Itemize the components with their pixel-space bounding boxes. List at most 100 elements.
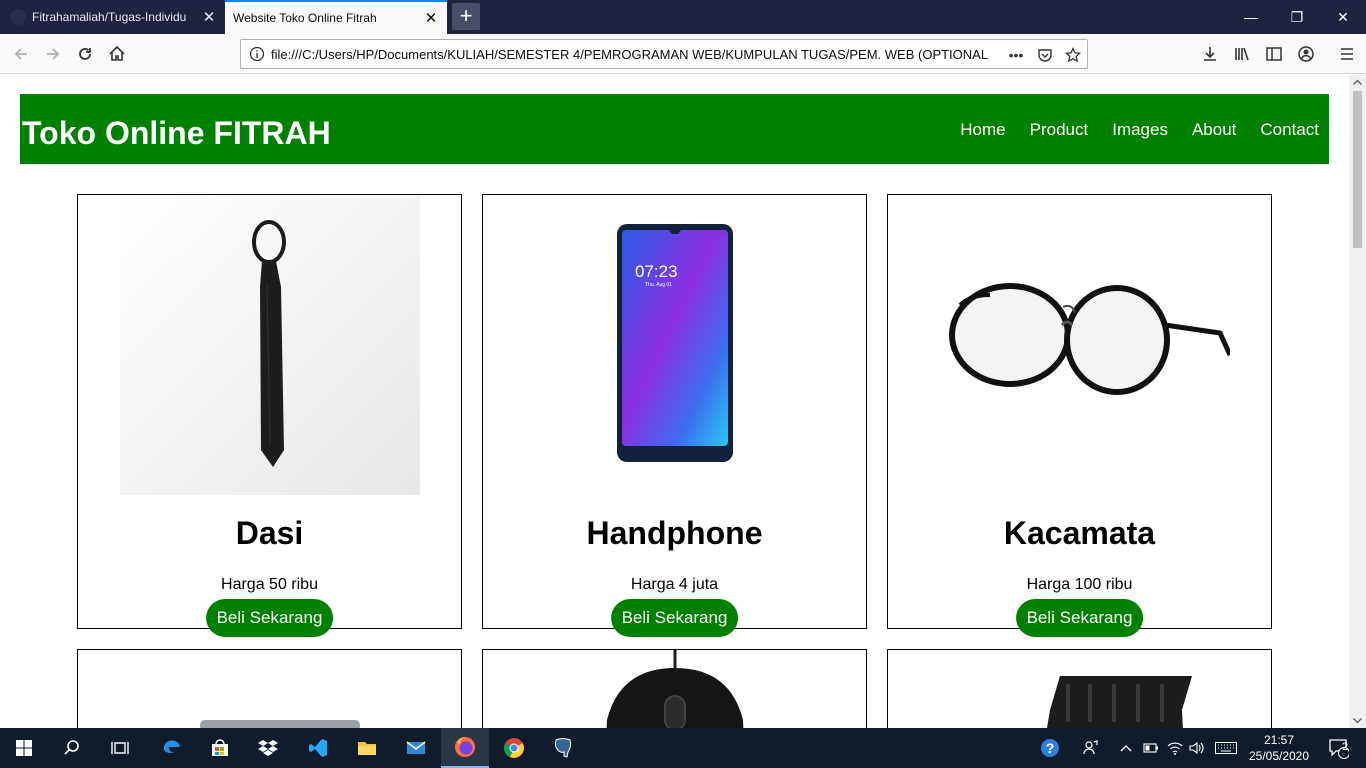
page-actions-menu-icon[interactable]: ••• [1005,44,1027,66]
scrollbar-thumb[interactable] [1353,91,1362,248]
vscode-icon [309,739,327,757]
clock-date: 25/05/2020 [1248,749,1310,763]
firefox-icon [455,737,475,757]
printer-image [1047,676,1192,728]
tab-github[interactable]: Fitrahamaliah/Tugas-Individu ✕ [0,0,225,34]
url-text[interactable]: file:///C:/Users/HP/Documents/KULIAH/SEM… [271,47,1007,62]
nav-link-product[interactable]: Product [1030,120,1089,140]
glasses-image [949,283,1230,395]
menu-button[interactable] [1332,39,1362,69]
downloads-button[interactable] [1195,39,1225,69]
forward-button[interactable] [38,39,68,69]
svg-text:Thu, Aug 01: Thu, Aug 01 [645,282,672,288]
taskbar-vscode[interactable] [294,728,342,768]
home-button[interactable] [102,39,132,69]
product-image [200,720,360,728]
tab-label: Website Toko Online Fitrah [233,11,377,25]
account-button[interactable] [1291,39,1321,69]
site-header: Toko Online FITRAH Home Product Images A… [20,94,1329,164]
browser-toolbar: file:///C:/Users/HP/Documents/KULIAH/SEM… [0,34,1366,74]
hamburger-menu-icon [1341,48,1353,60]
wifi-icon[interactable] [1164,728,1186,768]
buy-button[interactable]: Beli Sekarang [205,599,334,637]
new-tab-button[interactable]: + [452,3,480,30]
close-window-button[interactable]: ✕ [1320,0,1366,34]
help-icon[interactable]: ? [1035,728,1065,768]
screen: Fitrahamaliah/Tugas-Individu ✕ Website T… [0,0,1366,768]
taskbar: ? 21:57 25/05/2020 2 [0,728,1366,768]
volume-icon[interactable] [1186,728,1208,768]
taskbar-chrome[interactable] [490,728,538,768]
product-card [482,649,867,728]
buy-button[interactable]: Beli Sekarang [1015,599,1144,637]
reload-button[interactable] [70,39,100,69]
product-name: Dasi [235,515,304,551]
scroll-down-icon[interactable] [1349,714,1366,728]
action-center-button[interactable]: 2 [1318,728,1358,768]
bookmark-star-icon[interactable] [1062,44,1084,66]
mail-icon [406,741,426,754]
tie-image [120,195,420,495]
page-scrollbar[interactable] [1349,75,1366,728]
taskbar-store[interactable] [196,728,244,768]
product-card [887,649,1272,728]
search-button[interactable] [48,728,96,768]
buy-button[interactable]: Beli Sekarang [610,599,739,637]
show-hidden-icons-chevron-icon[interactable] [1116,728,1136,768]
close-tab-icon[interactable]: ✕ [197,8,221,26]
keyboard-icon[interactable] [1212,728,1240,768]
start-button[interactable] [0,728,48,768]
product-price: Harga 4 juta [630,576,719,593]
product-card: Dasi Harga 50 ribu Beli Sekarang [77,194,462,637]
page-viewport: Toko Online FITRAH Home Product Images A… [0,75,1349,728]
github-icon [10,9,26,25]
chrome-icon [504,738,524,758]
nav-link-contact[interactable]: Contact [1260,120,1319,140]
product-price: Harga 100 ribu [1026,576,1133,593]
mouse-image [606,650,744,728]
restore-button[interactable]: ❐ [1274,0,1320,34]
taskbar-postgresql[interactable] [539,728,587,768]
back-button[interactable] [6,39,36,69]
people-icon[interactable] [1078,728,1104,768]
library-button[interactable] [1227,39,1257,69]
minimize-button[interactable]: — [1228,0,1274,34]
nav-link-home[interactable]: Home [960,120,1005,140]
url-bar[interactable]: file:///C:/Users/HP/Documents/KULIAH/SEM… [240,39,1088,69]
tab-website[interactable]: Website Toko Online Fitrah ✕ [225,0,447,34]
folder-icon [358,742,376,755]
system-clock[interactable]: 21:57 25/05/2020 [1248,732,1310,764]
taskbar-file-explorer[interactable] [343,728,391,768]
task-view-icon [111,742,129,754]
close-tab-icon[interactable]: ✕ [419,9,443,27]
pocket-icon[interactable] [1034,44,1056,66]
download-icon [1204,47,1216,61]
sidebar-button[interactable] [1259,39,1289,69]
taskbar-mail[interactable] [392,728,440,768]
home-icon [109,45,125,61]
notification-count: 2 [1341,741,1349,753]
battery-icon[interactable] [1140,728,1162,768]
dropbox-icon [258,740,278,756]
taskbar-firefox[interactable] [441,728,489,768]
taskbar-dropbox[interactable] [244,728,292,768]
svg-text:07:23: 07:23 [635,262,678,281]
info-icon[interactable] [249,46,265,62]
nav-link-images[interactable]: Images [1112,120,1168,140]
product-name: Handphone [586,515,763,551]
scroll-up-icon[interactable] [1349,75,1366,89]
product-price: Harga 50 ribu [221,576,318,593]
library-icon [1235,47,1249,61]
forward-arrow-icon [47,48,60,60]
search-icon [64,740,79,755]
svg-text:?: ? [1046,740,1055,756]
reload-icon [79,48,91,60]
nav-link-about[interactable]: About [1192,120,1236,140]
product-card: Kacamata Harga 100 ribu Beli Sekarang [887,194,1272,637]
taskbar-edge[interactable] [148,728,196,768]
account-icon [1298,46,1314,62]
site-nav: Home Product Images About Contact [960,120,1319,140]
task-view-button[interactable] [96,728,144,768]
back-arrow-icon [14,48,27,60]
store-icon [212,739,228,756]
